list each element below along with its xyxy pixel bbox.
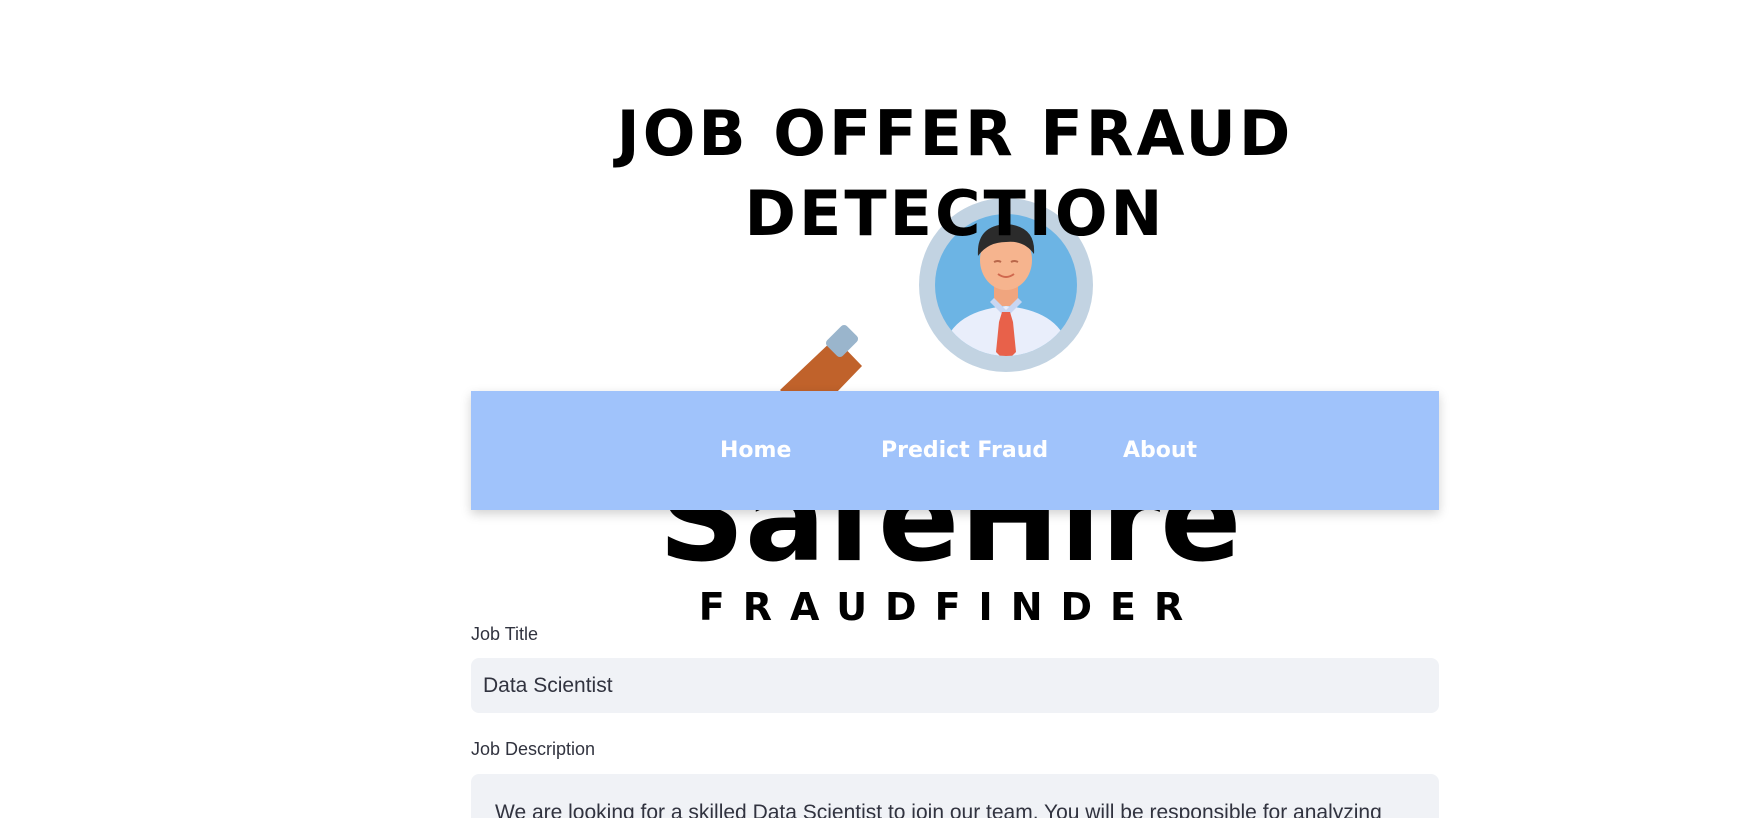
nav-home[interactable]: Home <box>720 391 791 510</box>
nav-predict-fraud[interactable]: Predict Fraud <box>881 391 1048 510</box>
navbar: Home Predict Fraud About <box>471 391 1439 510</box>
job-title-label: Job Title <box>471 624 539 644</box>
job-description-label: Job Description <box>471 739 596 759</box>
page: JOB OFFER FRAUD DETECTION SafeHire FRAUD… <box>0 0 1755 818</box>
logo-tagline: FRAUDFINDER <box>699 585 1202 629</box>
job-description-textarea[interactable]: We are looking for a skilled Data Scient… <box>471 774 1439 818</box>
nav-about[interactable]: About <box>1123 391 1197 510</box>
job-title-input[interactable] <box>471 658 1439 713</box>
page-title: JOB OFFER FRAUD DETECTION <box>616 97 1294 250</box>
